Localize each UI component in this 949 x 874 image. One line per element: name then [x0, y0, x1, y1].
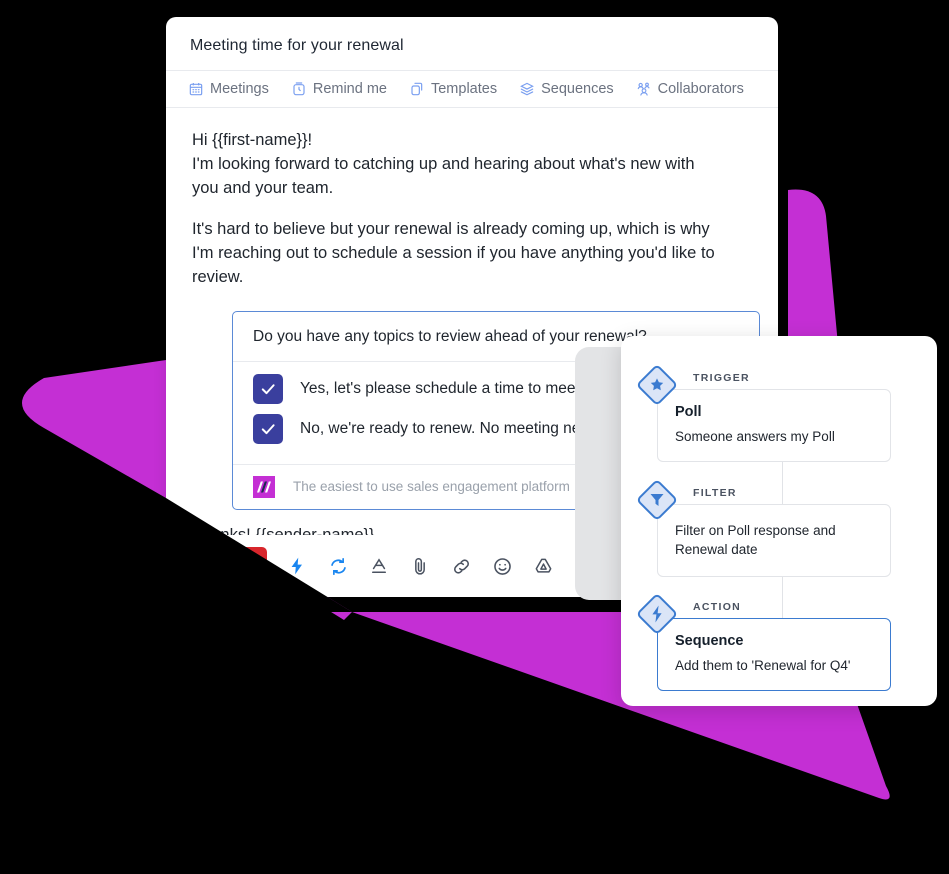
workflow-step-description: Someone answers my Poll [675, 429, 835, 444]
workflow-step-description: Filter on Poll response and Renewal date [675, 523, 836, 558]
workflow-step-description: Add them to 'Renewal for Q4' [675, 658, 851, 673]
star-icon [635, 363, 679, 407]
body-line-3: It's hard to believe but your renewal is… [192, 220, 710, 239]
people-icon [636, 81, 652, 97]
alarm-clock-icon [291, 81, 307, 97]
send-button[interactable]: Send [192, 547, 268, 585]
composer-tabs: Meetings Remind me Templates Sequences C… [166, 70, 778, 108]
workflow-step-title: Sequence [675, 633, 744, 649]
lightning-icon[interactable] [286, 555, 308, 577]
magenta-left-wedge [22, 360, 166, 498]
workflow-step-kind: ACTION [693, 601, 742, 613]
tab-remind-me-label: Remind me [312, 81, 387, 97]
sync-icon[interactable] [327, 555, 349, 577]
workflow-step-filter[interactable]: FILTER Filter on Poll response and Renew… [635, 478, 915, 590]
poll-footer-text: The easiest to use sales engagement plat… [293, 479, 570, 495]
magenta-right-column [788, 189, 838, 345]
text-format-icon[interactable] [368, 555, 390, 577]
poll-option-label: Yes, let's please schedule a time to mee… [300, 379, 585, 397]
outreach-logo-icon [253, 476, 275, 499]
tab-sequences[interactable]: Sequences [519, 81, 614, 97]
drive-icon[interactable] [532, 555, 554, 577]
calendar-icon [188, 81, 204, 97]
poll-option-label: No, we're ready to renew. No meeting nee… [300, 419, 620, 437]
tab-collaborators[interactable]: Collaborators [636, 81, 744, 97]
workflow-step-card[interactable]: Poll Someone answers my Poll [657, 389, 891, 463]
layers-icon [519, 81, 535, 97]
body-line-5: review. [192, 268, 244, 287]
attachment-icon[interactable] [409, 555, 431, 577]
workflow-step-title: Poll [675, 404, 702, 420]
screenshot-stage: Meeting time for your renewal Meetings R… [0, 0, 949, 874]
tab-meetings-label: Meetings [210, 81, 269, 97]
checkbox-checked-icon[interactable] [253, 374, 283, 405]
tab-templates[interactable]: Templates [409, 81, 497, 97]
tab-templates-label: Templates [430, 81, 498, 97]
body-line-1: I'm looking forward to catching up and h… [192, 155, 695, 174]
funnel-icon [635, 478, 679, 522]
workflow-step-trigger[interactable]: TRIGGER Poll Someone answers my Poll [635, 363, 915, 475]
workflow-step-action[interactable]: ACTION Sequence Add them to 'Renewal for… [635, 592, 915, 704]
body-greeting: Hi {{first-name}}! [192, 131, 313, 149]
body-paragraph-gap [192, 200, 754, 217]
emoji-icon[interactable] [491, 555, 513, 577]
checkbox-checked-icon[interactable] [253, 414, 283, 445]
send-button-label: Send [212, 557, 248, 575]
workflow-step-card[interactable]: Filter on Poll response and Renewal date [657, 504, 891, 578]
email-subject[interactable]: Meeting time for your renewal [166, 17, 778, 55]
tab-meetings[interactable]: Meetings [188, 81, 269, 97]
workflow-step-kind: FILTER [693, 487, 737, 499]
workflow-panel: TRIGGER Poll Someone answers my Poll FIL… [621, 336, 937, 706]
tab-remind-me[interactable]: Remind me [291, 81, 387, 97]
link-icon[interactable] [450, 555, 472, 577]
body-line-4: I'm reaching out to schedule a session i… [192, 244, 715, 263]
tab-sequences-label: Sequences [541, 81, 614, 97]
body-line-2: you and your team. [192, 179, 334, 198]
workflow-step-kind: TRIGGER [693, 372, 750, 384]
tab-collaborators-label: Collaborators [657, 81, 744, 97]
workflow-step-card[interactable]: Sequence Add them to 'Renewal for Q4' [657, 618, 891, 692]
bolt-icon [635, 592, 679, 636]
copy-icon [409, 81, 425, 97]
